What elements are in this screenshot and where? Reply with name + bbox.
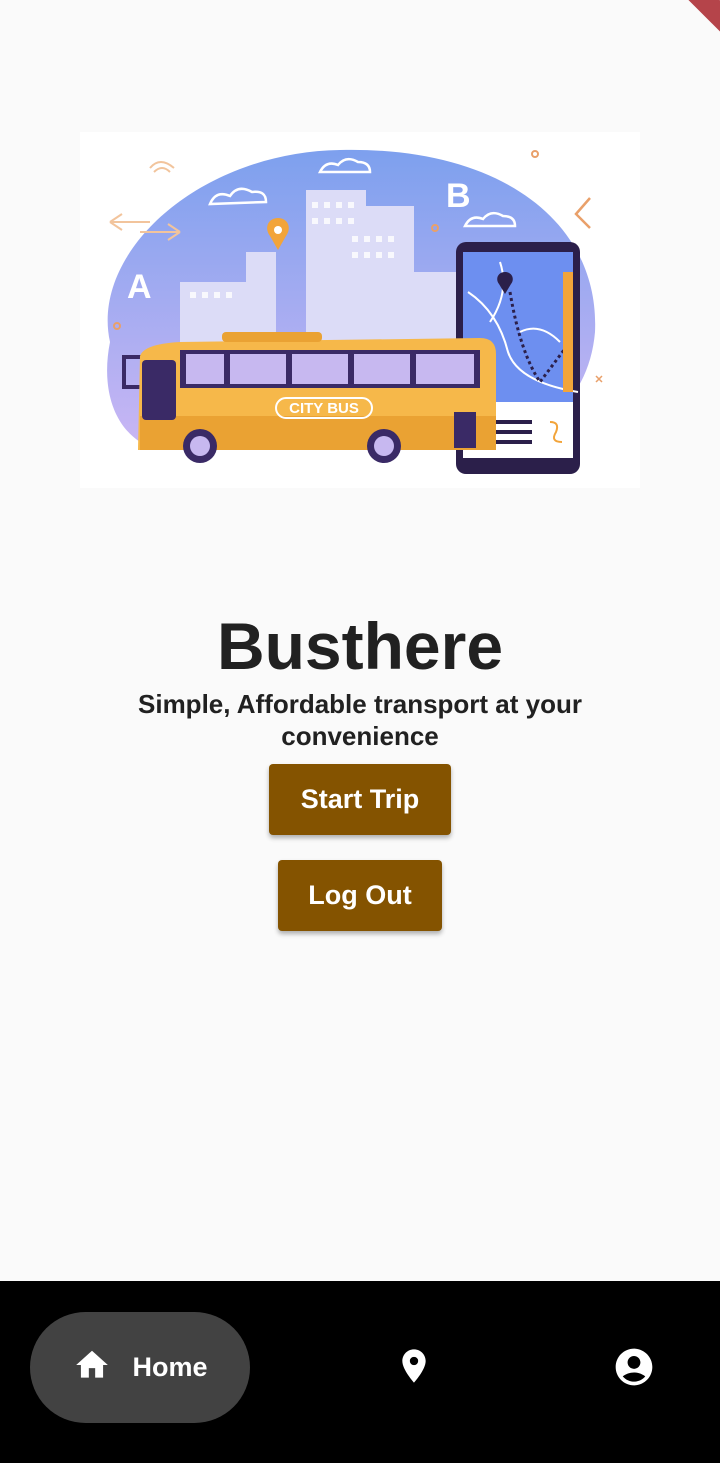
nav-item-profile[interactable]: [612, 1347, 656, 1391]
app-title: Busthere: [216, 609, 504, 683]
bottom-navigation-bar: Home: [0, 1281, 720, 1463]
point-a-label: A: [127, 268, 152, 306]
hero-illustration: A B CITY BUS: [80, 132, 640, 488]
point-b-label: B: [446, 177, 471, 215]
nav-item-map[interactable]: [394, 1347, 434, 1389]
account-circle-icon: [612, 1345, 656, 1394]
location-pin-icon: [394, 1345, 434, 1392]
debug-banner: [660, 0, 720, 60]
log-out-button[interactable]: Log Out: [278, 860, 442, 931]
app-subtitle: Simple, Affordable transport at your con…: [138, 689, 582, 751]
nav-item-home[interactable]: Home: [30, 1312, 250, 1423]
nav-item-home-label: Home: [132, 1352, 208, 1382]
home-icon: [72, 1346, 112, 1389]
start-trip-button[interactable]: Start Trip: [269, 764, 451, 835]
bus-label: CITY BUS: [289, 400, 359, 417]
